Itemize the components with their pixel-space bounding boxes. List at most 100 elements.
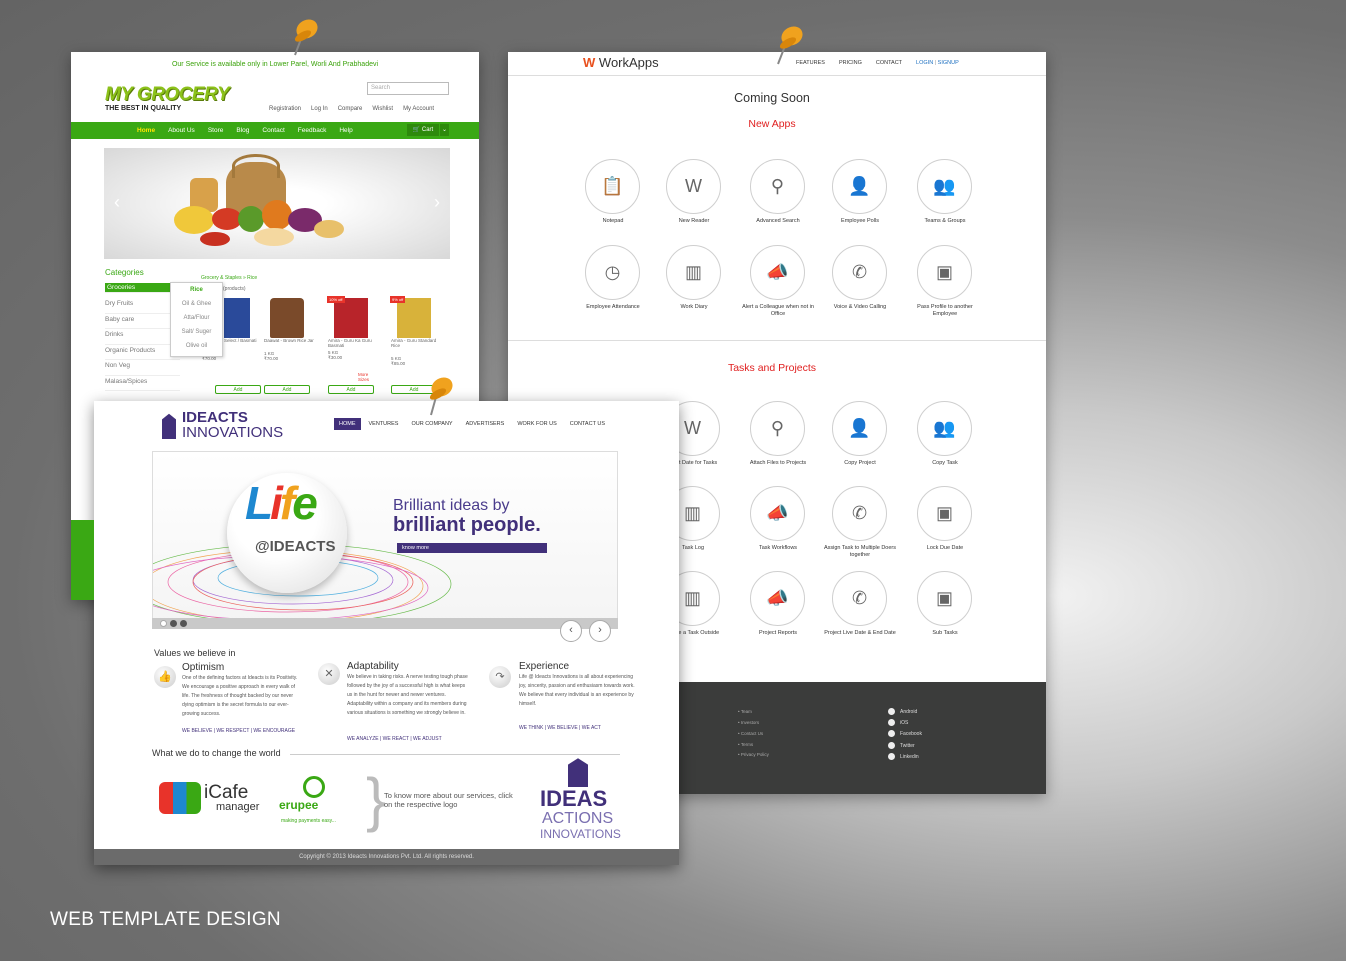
app-label: Assign Task to Multiple Doers together [823, 545, 897, 558]
footer-link-terms[interactable]: • Terms [738, 742, 753, 747]
app-icon[interactable]: ✆ [832, 245, 887, 300]
app-icon[interactable]: 👥 [917, 159, 972, 214]
nav-help[interactable]: Help [339, 127, 352, 134]
footer-link-investors[interactable]: • Investors [738, 720, 759, 725]
slider-dots[interactable] [160, 620, 187, 627]
category-dry-fruits[interactable]: Dry Fruits [105, 298, 180, 314]
menu-pricing[interactable]: PRICING [839, 60, 862, 66]
subcategory-atta[interactable]: Atta/Flour [171, 311, 222, 325]
category-non-veg[interactable]: Non Veg [105, 360, 180, 376]
app-icon[interactable]: 📋 [585, 159, 640, 214]
my-account-link[interactable]: My Account [403, 106, 434, 112]
add-button[interactable]: Add [264, 385, 310, 394]
nav-contact-us[interactable]: CONTACT US [565, 418, 610, 430]
section-divider [508, 340, 1046, 341]
add-button[interactable]: Add [215, 385, 261, 394]
social-linkedin[interactable]: Linkedin [888, 753, 919, 760]
icafe-logo-text[interactable]: iCafe manager [204, 783, 259, 815]
actions-logo-text[interactable]: ACTIONS [542, 811, 613, 827]
social-ios[interactable]: iOS [888, 719, 908, 726]
subcategory-olive[interactable]: Olive oil [171, 339, 222, 353]
product-card[interactable]: 9% off Amira - Guru Standard Rice 5 KG ₹… [390, 296, 441, 394]
nav-about[interactable]: About Us [168, 127, 195, 134]
app-icon[interactable]: 👤 [832, 401, 887, 456]
app-icon[interactable]: 👤 [832, 159, 887, 214]
compare-link[interactable]: Compare [338, 106, 363, 112]
app-icon[interactable]: W [666, 159, 721, 214]
app-icon[interactable]: ◷ [585, 245, 640, 300]
erupee-logo-icon[interactable] [303, 776, 325, 798]
search-input[interactable]: Search [367, 82, 449, 95]
workapps-logo[interactable]: W WorkApps [583, 55, 659, 70]
nav-blog[interactable]: Blog [236, 127, 249, 134]
category-drinks[interactable]: Drinks [105, 329, 180, 345]
social-facebook[interactable]: Facebook [888, 730, 922, 737]
footer-link-contact[interactable]: • Contact Us [738, 731, 763, 736]
add-button[interactable]: Add [328, 385, 374, 394]
slide-dot[interactable] [160, 620, 167, 627]
cart-dropdown-icon[interactable]: ⌄ [440, 124, 449, 136]
social-twitter[interactable]: Twitter [888, 742, 915, 749]
app-icon[interactable]: ▣ [917, 245, 972, 300]
app-icon[interactable]: 📣 [750, 245, 805, 300]
next-slide-icon[interactable]: › [589, 620, 611, 642]
innovations-logo-text[interactable]: INNOVATIONS [540, 827, 621, 841]
value-links[interactable]: WE THINK | WE BELIEVE | WE ACT [519, 725, 601, 731]
prev-slide-icon[interactable]: ‹ [560, 620, 582, 642]
product-card[interactable]: Select / Basmati 5 KG ₹70.00 Add [202, 298, 266, 394]
know-more-button[interactable]: know more [397, 543, 547, 553]
app-icon[interactable]: ▥ [666, 245, 721, 300]
app-icon[interactable]: ⚲ [750, 401, 805, 456]
menu-contact[interactable]: CONTACT [876, 60, 902, 66]
app-icon[interactable]: ▣ [917, 486, 972, 541]
ideas-logo-text[interactable]: IDEAS [540, 788, 607, 810]
nav-advertisers[interactable]: ADVERTISERS [461, 418, 510, 430]
nav-our-company[interactable]: OUR COMPANY [406, 418, 457, 430]
nav-home[interactable]: Home [137, 127, 155, 134]
more-sizes-link[interactable]: More Sizes [358, 372, 378, 382]
login-link[interactable]: LOGIN [916, 60, 933, 66]
erupee-logo-text[interactable]: erupee [279, 798, 318, 812]
category-organic[interactable]: Organic Products [105, 345, 180, 360]
nav-contact[interactable]: Contact [262, 127, 284, 134]
app-icon[interactable]: 📣 [750, 486, 805, 541]
nav-ventures[interactable]: VENTURES [364, 418, 404, 430]
subcategory-salt[interactable]: Salt/ Suger [171, 325, 222, 339]
nav-work-for-us[interactable]: WORK FOR US [512, 418, 561, 430]
app-icon[interactable]: ⚲ [750, 159, 805, 214]
next-arrow-icon[interactable]: › [434, 192, 440, 213]
signup-link[interactable]: SIGNUP [938, 60, 959, 66]
category-masala[interactable]: Malasa/Spices [105, 376, 180, 391]
product-card[interactable]: Daawat - Brown Rice Jar 1 KG ₹70.00 Add [264, 298, 314, 394]
subcategory-oil[interactable]: Oil & Ghee [171, 297, 222, 311]
social-android[interactable]: Android [888, 708, 917, 715]
icafe-logo-icon[interactable] [159, 782, 201, 814]
app-icon[interactable]: 👥 [917, 401, 972, 456]
nav-home[interactable]: HOME [334, 418, 361, 430]
category-groceries[interactable]: Groceries [105, 283, 180, 293]
app-label: Work Diary [680, 304, 708, 310]
nav-feedback[interactable]: Feedback [298, 127, 327, 134]
app-icon[interactable]: ✆ [832, 571, 887, 626]
footer-link-team[interactable]: • Team [738, 709, 752, 714]
app-icon[interactable]: 📣 [750, 571, 805, 626]
slide-dot[interactable] [180, 620, 187, 627]
app-icon[interactable]: ✆ [832, 486, 887, 541]
footer-link-privacy[interactable]: • Privacy Policy [738, 752, 769, 757]
breadcrumb[interactable]: Grocery & Staples » Rice [201, 275, 257, 281]
grocery-logo[interactable]: MY GROCERY [105, 84, 230, 106]
wishlist-link[interactable]: Wishlist [372, 106, 393, 112]
nav-store[interactable]: Store [208, 127, 224, 134]
category-baby-care[interactable]: Baby care [105, 314, 180, 329]
app-icon[interactable]: ▣ [917, 571, 972, 626]
slide-dot[interactable] [170, 620, 177, 627]
product-card[interactable]: 10% off Amira - Guru Ka Guru Basmati 5 K… [327, 296, 378, 394]
prev-arrow-icon[interactable]: ‹ [114, 192, 120, 213]
cart-button[interactable]: 🛒 Cart [407, 124, 439, 136]
subcategory-rice[interactable]: Rice [171, 283, 222, 297]
value-links[interactable]: WE BELIEVE | WE RESPECT | WE ENCOURAGE [182, 728, 295, 734]
registration-link[interactable]: Registration [269, 106, 301, 112]
value-links[interactable]: WE ANALYZE | WE REACT | WE ADJUST [347, 736, 442, 742]
login-link[interactable]: Log In [311, 106, 328, 112]
ideacts-logo[interactable]: IDEACTS INNOVATIONS [182, 410, 283, 440]
